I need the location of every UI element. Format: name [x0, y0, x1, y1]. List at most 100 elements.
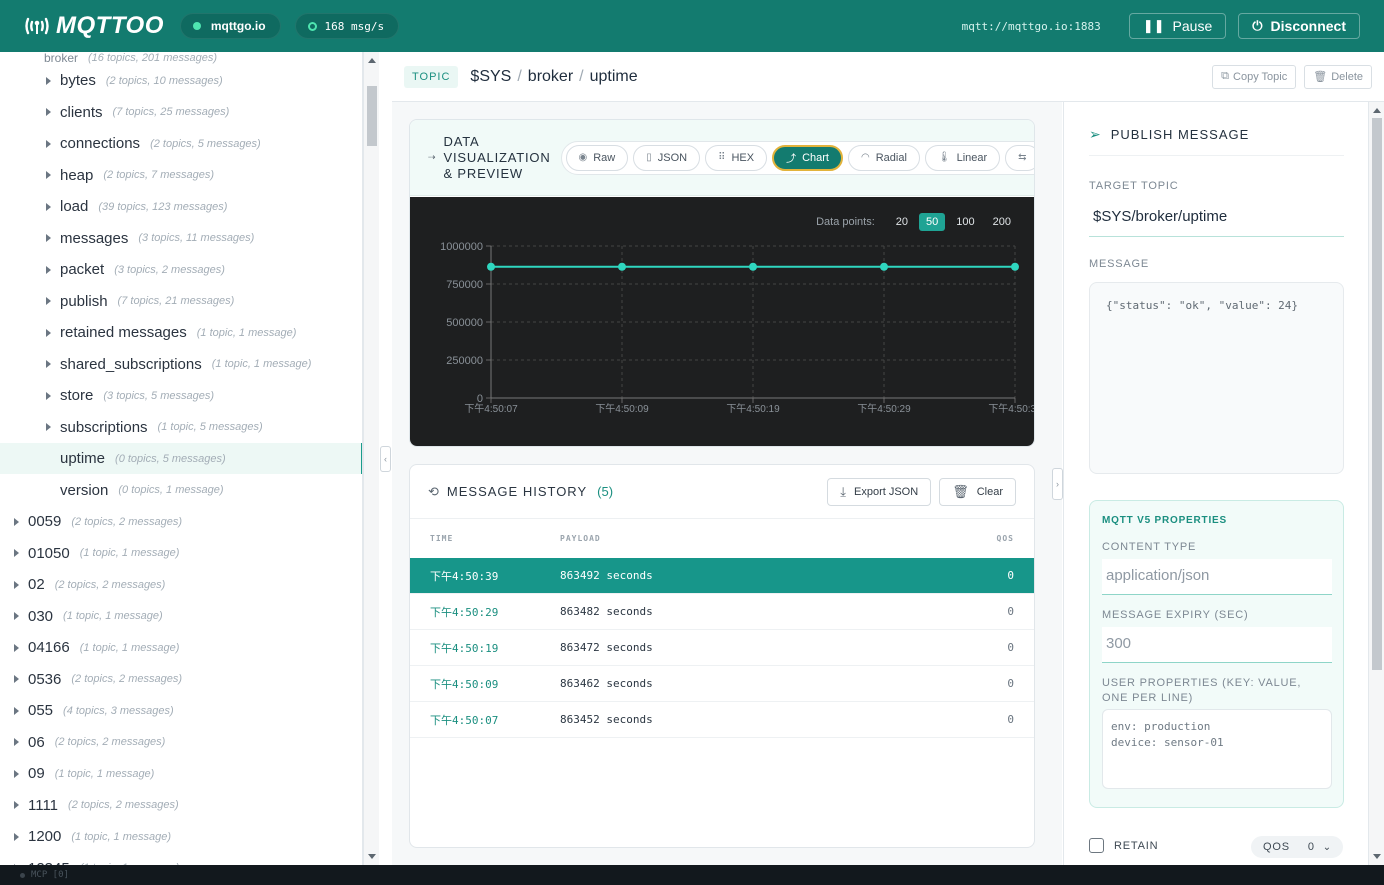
tree-item[interactable]: version (0 topics, 1 message): [0, 475, 362, 506]
tree-item[interactable]: 01050 (1 topic, 1 message): [0, 538, 362, 569]
tree-item[interactable]: 09 (1 topic, 1 message): [0, 758, 362, 789]
tree-item[interactable]: 06 (2 topics, 2 messages): [0, 727, 362, 758]
caret-right-icon[interactable]: [46, 265, 51, 274]
tab-hex[interactable]: ⠿ HEX: [705, 144, 768, 171]
scroll-down-icon[interactable]: [368, 854, 376, 859]
datapoints-option-100[interactable]: 100: [949, 213, 981, 231]
target-topic-input[interactable]: $SYS/broker/uptime: [1089, 200, 1344, 237]
history-row[interactable]: 下午4:50:29 863482 seconds 0: [410, 594, 1034, 630]
tab-chart[interactable]: ⤴ Chart: [772, 144, 843, 171]
caret-right-icon[interactable]: [46, 234, 51, 242]
breadcrumb-broker[interactable]: broker: [528, 68, 573, 86]
disconnect-button[interactable]: ⏻ Disconnect: [1238, 13, 1360, 39]
caret-right-icon[interactable]: [14, 549, 19, 557]
history-row[interactable]: 下午4:50:19 863472 seconds 0: [410, 630, 1034, 666]
tree-item[interactable]: publish (7 topics, 21 messages): [0, 286, 362, 317]
column-time[interactable]: TIME: [430, 534, 560, 543]
caret-right-icon[interactable]: [14, 580, 19, 589]
message-textarea[interactable]: {"status": "ok", "value": 24}: [1089, 282, 1344, 474]
tree-item[interactable]: messages (3 topics, 11 messages): [0, 223, 362, 254]
export-json-button[interactable]: ⤓ Export JSON: [827, 477, 932, 506]
caret-right-icon[interactable]: [14, 769, 19, 778]
caret-right-icon[interactable]: [14, 706, 19, 715]
caret-right-icon[interactable]: [46, 202, 51, 211]
tree-item[interactable]: store (3 topics, 5 messages): [0, 380, 362, 411]
caret-right-icon[interactable]: [14, 643, 19, 652]
tree-item[interactable]: 0536 (2 topics, 2 messages): [0, 664, 362, 695]
content-type-input[interactable]: application/json: [1102, 559, 1332, 595]
tree-item[interactable]: connections (2 topics, 5 messages): [0, 128, 362, 159]
brand[interactable]: MQTTOO: [24, 12, 164, 40]
tree-item[interactable]: load (39 topics, 123 messages): [0, 191, 362, 222]
scroll-up-icon[interactable]: [1373, 108, 1381, 113]
tree-item[interactable]: clients (7 topics, 25 messages): [0, 97, 362, 128]
publish-scrollbar[interactable]: [1368, 102, 1384, 865]
tree-item[interactable]: 02 (2 topics, 2 messages): [0, 569, 362, 600]
collapse-arrow-icon[interactable]: ⇢: [428, 152, 436, 163]
tab-radial[interactable]: ◠ Radial: [847, 144, 920, 171]
caret-right-icon[interactable]: [46, 76, 51, 85]
tree-item[interactable]: shared_subscriptions (1 topic, 1 message): [0, 349, 362, 380]
caret-right-icon[interactable]: [46, 297, 51, 305]
pause-button[interactable]: ❚❚ Pause: [1128, 13, 1227, 39]
topic-tree[interactable]: broker (16 topics, 201 messages) bytes (2…: [0, 52, 363, 865]
datapoints-option-20[interactable]: 20: [889, 213, 915, 231]
history-count: (5): [597, 484, 614, 499]
tree-item[interactable]: 04166 (1 topic, 1 message): [0, 632, 362, 663]
column-qos[interactable]: QOS: [994, 534, 1014, 543]
caret-right-icon[interactable]: [46, 108, 51, 116]
scrollbar-thumb[interactable]: [1372, 118, 1382, 670]
history-time: 下午4:50:39: [430, 569, 499, 583]
retain-checkbox-row[interactable]: RETAIN: [1089, 838, 1158, 853]
tree-item[interactable]: 12345(1 topic, 1 message): [0, 853, 362, 865]
caret-right-icon[interactable]: [14, 612, 19, 620]
datapoints-option-200[interactable]: 200: [986, 213, 1018, 231]
caret-right-icon[interactable]: [46, 360, 51, 368]
tree-item[interactable]: 055 (4 topics, 3 messages): [0, 695, 362, 726]
history-row[interactable]: 下午4:50:07 863452 seconds 0: [410, 702, 1034, 738]
tree-item[interactable]: 1111 (2 topics, 2 messages): [0, 790, 362, 821]
tree-scrollbar[interactable]: [363, 52, 379, 865]
user-properties-textarea[interactable]: env: production device: sensor-01: [1102, 709, 1332, 789]
tab-linear[interactable]: 🌡 Linear: [924, 144, 1001, 171]
tree-item[interactable]: bytes (2 topics, 10 messages): [0, 65, 362, 96]
caret-right-icon[interactable]: [46, 139, 51, 148]
tab-json[interactable]: ▯ JSON: [633, 144, 701, 171]
tree-item[interactable]: uptime (0 topics, 5 messages): [0, 443, 362, 474]
breadcrumb-uptime[interactable]: uptime: [590, 68, 638, 86]
retain-checkbox[interactable]: [1089, 838, 1104, 853]
scroll-up-icon[interactable]: [368, 58, 376, 63]
caret-right-icon[interactable]: [14, 801, 19, 809]
caret-right-icon[interactable]: [14, 675, 19, 683]
caret-right-icon[interactable]: [46, 391, 51, 400]
tree-item[interactable]: 0059 (2 topics, 2 messages): [0, 506, 362, 537]
caret-right-icon[interactable]: [14, 738, 19, 746]
delete-button[interactable]: 🗑 Delete: [1304, 64, 1372, 89]
tree-item[interactable]: 030 (1 topic, 1 message): [0, 601, 362, 632]
copy-topic-button[interactable]: ⧉ Copy Topic: [1212, 64, 1297, 89]
tree-item[interactable]: packet (3 topics, 2 messages): [0, 254, 362, 285]
scroll-down-icon[interactable]: [1373, 854, 1381, 859]
tree-item[interactable]: retained messages (1 topic, 1 message): [0, 317, 362, 348]
tree-item[interactable]: heap (2 topics, 7 messages): [0, 160, 362, 191]
history-row[interactable]: 下午4:50:09 863462 seconds 0: [410, 666, 1034, 702]
collapse-publish-button[interactable]: ›: [1052, 468, 1063, 500]
collapse-tree-button[interactable]: ‹: [380, 446, 391, 472]
tab-more[interactable]: ⇆: [1005, 144, 1034, 171]
qos-select[interactable]: QOS 0 ⌄: [1251, 836, 1343, 858]
caret-right-icon[interactable]: [14, 517, 19, 526]
caret-right-icon[interactable]: [14, 832, 19, 841]
caret-right-icon[interactable]: [46, 171, 51, 179]
history-row[interactable]: 下午4:50:39 863492 seconds 0: [410, 558, 1034, 594]
tab-raw[interactable]: ◉ Raw: [565, 144, 629, 171]
scrollbar-thumb[interactable]: [367, 86, 377, 146]
tree-item[interactable]: subscriptions (1 topic, 5 messages): [0, 412, 362, 443]
breadcrumb-sys[interactable]: $SYS: [470, 68, 511, 86]
message-expiry-input[interactable]: 300: [1102, 627, 1332, 663]
caret-right-icon[interactable]: [46, 423, 51, 431]
clear-button[interactable]: 🗑 Clear: [939, 477, 1016, 506]
tree-item[interactable]: 1200 (1 topic, 1 message): [0, 821, 362, 852]
caret-right-icon[interactable]: [46, 328, 51, 337]
datapoints-option-50[interactable]: 50: [919, 213, 946, 231]
column-payload[interactable]: PAYLOAD: [560, 534, 994, 543]
